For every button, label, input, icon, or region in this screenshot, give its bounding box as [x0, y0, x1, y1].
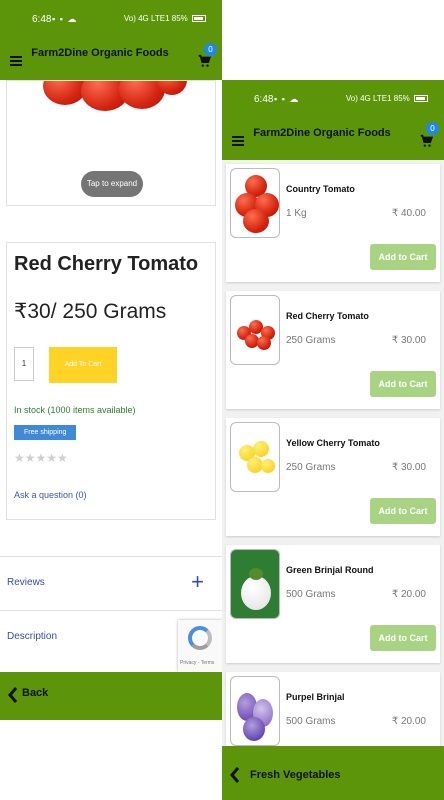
plus-icon[interactable]: + — [191, 569, 204, 595]
product-card[interactable]: Red Cherry Tomato 250 Grams ₹ 30.00 Add … — [226, 291, 440, 409]
product-card[interactable]: Yellow Cherry Tomato 250 Grams ₹ 30.00 A… — [226, 418, 440, 536]
red-cherry-tomato-thumb — [230, 295, 280, 365]
battery-icon — [192, 15, 206, 23]
product-name: Country Tomato — [286, 184, 355, 194]
description-label: Description — [7, 631, 58, 642]
rating-stars: ★★★★★ — [14, 451, 68, 465]
category-label: Fresh Vegetables — [250, 769, 341, 781]
recaptcha-icon — [188, 626, 212, 650]
add-to-cart-button[interactable]: Add to Cart — [370, 498, 436, 524]
product-price: ₹ 30.00 — [391, 335, 426, 346]
purple-brinjal-thumb — [230, 676, 280, 746]
tomato-image — [243, 209, 269, 233]
product-qty: 1 Kg — [286, 208, 307, 219]
notification-icons: ▪ ▪ ☁ — [52, 14, 78, 24]
menu-icon[interactable] — [232, 136, 244, 146]
brinjal-image — [241, 576, 271, 610]
status-time: 6:48 — [254, 94, 274, 105]
product-detail-screen: 6:48 ▪ ▪ ☁ Vo) 4G LTE1 85% Farm2Dine Org… — [0, 0, 222, 800]
status-right: Vo) 4G LTE1 85% — [124, 14, 206, 23]
recaptcha-badge[interactable]: Privacy - Terms — [178, 620, 222, 672]
status-bar: 6:48 ▪ ▪ ☁ Vo) 4G LTE1 85% — [0, 0, 222, 36]
product-price: ₹ 30.00 — [391, 462, 426, 473]
status-time: 6:48 — [32, 14, 52, 25]
product-image[interactable]: Tap to expand — [6, 80, 216, 206]
recaptcha-privacy: Privacy - Terms — [180, 660, 215, 666]
product-info-card: Red Cherry Tomato ₹30/ 250 Grams 1 Add T… — [6, 242, 216, 520]
product-qty: 500 Grams — [286, 589, 336, 600]
chevron-left-icon — [230, 767, 240, 783]
add-to-cart-button[interactable]: Add to Cart — [370, 371, 436, 397]
green-brinjal-thumb — [230, 549, 280, 619]
product-qty: 250 Grams — [286, 335, 336, 346]
product-price: ₹ 20.00 — [391, 589, 426, 600]
product-name: Red Cherry Tomato — [286, 311, 369, 321]
product-price: ₹30/ 250 Grams — [14, 300, 167, 323]
app-bar: Farm2Dine Organic Foods 0 — [0, 36, 222, 80]
quantity-input[interactable]: 1 — [14, 347, 34, 381]
cart-badge: 0 — [204, 43, 217, 56]
product-price: ₹ 40.00 — [391, 208, 426, 219]
add-to-cart-button[interactable]: Add To Cart — [49, 347, 117, 383]
signal-text: Vo) 4G LTE1 — [345, 94, 392, 103]
yellow-tomato-image — [253, 441, 269, 457]
cart-badge: 0 — [426, 122, 439, 135]
battery-text: 85% — [171, 14, 188, 23]
reviews-accordion[interactable]: Reviews + — [0, 556, 222, 610]
notification-icons: ▪ ▪ ☁ — [274, 94, 300, 104]
add-to-cart-button[interactable]: Add to Cart — [370, 244, 436, 270]
tap-to-expand-button[interactable]: Tap to expand — [81, 171, 143, 197]
app-bar: Farm2Dine Organic Foods 0 — [222, 116, 444, 160]
reviews-label: Reviews — [7, 577, 45, 588]
brinjal-image — [243, 717, 265, 741]
battery-icon — [414, 95, 428, 103]
product-name: Green Brinjal Round — [286, 565, 374, 575]
tomato-image — [257, 336, 271, 350]
chevron-left-icon — [8, 687, 18, 703]
back-label: Back — [22, 687, 49, 699]
status-bar: 6:48 ▪ ▪ ☁ Vo) 4G LTE1 85% — [222, 80, 444, 116]
country-tomato-thumb — [230, 168, 280, 238]
top-blank — [222, 0, 444, 80]
product-name: Yellow Cherry Tomato — [286, 438, 380, 448]
product-card[interactable]: Country Tomato 1 Kg ₹ 40.00 Add to Cart — [226, 164, 440, 282]
product-name: Purpel Brinjal — [286, 692, 345, 702]
product-qty: 250 Grams — [286, 462, 336, 473]
product-name: Red Cherry Tomato — [14, 253, 199, 275]
yellow-cherry-tomato-thumb — [230, 422, 280, 492]
product-price: ₹ 20.00 — [391, 716, 426, 727]
cart-icon[interactable] — [419, 134, 434, 147]
brinjal-stem — [249, 568, 263, 580]
signal-text: Vo) 4G LTE1 — [123, 14, 170, 23]
product-list-screen: 6:48 ▪ ▪ ☁ Vo) 4G LTE1 85% Farm2Dine Org… — [222, 0, 444, 800]
app-title: Farm2Dine Organic Foods — [31, 47, 169, 59]
product-card[interactable]: Green Brinjal Round 500 Grams ₹ 20.00 Ad… — [226, 545, 440, 663]
menu-icon[interactable] — [10, 56, 22, 66]
back-bar[interactable]: Back — [0, 672, 222, 720]
product-qty: 500 Grams — [286, 716, 336, 727]
status-right: Vo) 4G LTE1 85% — [346, 94, 428, 103]
yellow-tomato-image — [261, 459, 275, 473]
free-shipping-badge: Free shipping — [14, 425, 77, 440]
app-title: Farm2Dine Organic Foods — [253, 127, 391, 139]
stock-status: In stock (1000 items available) — [14, 405, 136, 415]
ask-question-link[interactable]: Ask a question (0) — [14, 490, 87, 500]
category-bar[interactable]: Fresh Vegetables — [222, 746, 444, 800]
add-to-cart-button[interactable]: Add to Cart — [370, 625, 436, 651]
battery-text: 85% — [393, 94, 410, 103]
